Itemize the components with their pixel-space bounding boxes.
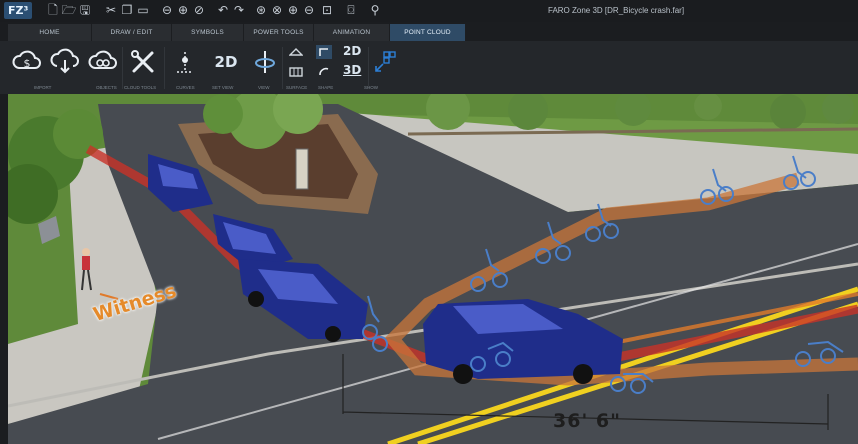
- 3d-viewport[interactable]: Witness 36' 6": [8, 94, 858, 444]
- deselect-icon[interactable]: ⊗: [270, 3, 284, 17]
- point-axis-icon: [177, 52, 193, 73]
- copy-icon[interactable]: ❐: [120, 3, 134, 17]
- measurement-label: 36' 6": [553, 410, 621, 432]
- new-file-icon[interactable]: 🗋: [46, 3, 60, 17]
- ribbon-tabs: HOME DRAW / EDIT SYMBOLS POWER TOOLS ANI…: [8, 24, 466, 41]
- group-label-view: VIEW: [258, 85, 270, 90]
- open-file-icon[interactable]: 🗁: [62, 3, 77, 17]
- cloud-download-button[interactable]: [48, 45, 82, 79]
- paste-icon[interactable]: ▭: [136, 3, 150, 17]
- ribbon-separator: [122, 47, 123, 89]
- cut-icon[interactable]: ✂: [104, 3, 118, 17]
- set-view-2d-button[interactable]: 2D: [206, 45, 246, 79]
- tab-draw-edit[interactable]: DRAW / EDIT: [92, 24, 172, 41]
- cloud-download-icon: [50, 48, 79, 74]
- view-button[interactable]: [248, 45, 282, 79]
- view-3d-button[interactable]: 3D: [343, 63, 361, 77]
- curve-icon: [319, 67, 329, 76]
- shape-bottom-button[interactable]: [316, 65, 332, 79]
- help-icon[interactable]: ⚲: [368, 3, 382, 17]
- zoom-out-icon[interactable]: ⊖: [302, 3, 316, 17]
- tab-home[interactable]: HOME: [8, 24, 92, 41]
- show-button[interactable]: [370, 45, 400, 79]
- cloud-tools-button[interactable]: [126, 45, 160, 79]
- corner-icon: [319, 48, 328, 56]
- undo-icon[interactable]: ↶: [216, 3, 230, 17]
- title-bar: FZ³ 🗋 🗁 🖫 ✂ ❐ ▭ ⊖ ⊕ ⊘ ↶ ↷ ⊛ ⊗ ⊕ ⊖ ⊡ ⌼ ⚲ FARO Zone 3D [DR_…: [0, 0, 858, 22]
- scene-icon[interactable]: ⊘: [192, 3, 206, 17]
- zoom-in-icon[interactable]: ⊕: [286, 3, 300, 17]
- vehicle-front-icon[interactable]: ⊖: [160, 3, 174, 17]
- tab-point-cloud[interactable]: POINT CLOUD: [390, 24, 466, 41]
- curves-button[interactable]: [168, 45, 202, 79]
- ribbon-separator: [282, 47, 283, 89]
- ribbon-separator: [164, 47, 165, 89]
- tools-icon: [131, 50, 154, 73]
- sign-post: [295, 148, 309, 190]
- show-grid-icon: [375, 51, 396, 72]
- surface-icon: [289, 48, 303, 56]
- shape-top-button[interactable]: [316, 45, 332, 59]
- group-label-set-view: SET VIEW: [212, 85, 234, 90]
- save-icon[interactable]: 🖫: [78, 3, 92, 17]
- cloud-link-icon: [88, 50, 117, 69]
- group-label-cloud-tools: CLOUD TOOLS: [124, 85, 157, 90]
- tab-power-tools[interactable]: POWER TOOLS: [244, 24, 314, 41]
- group-label-curves: CURVES: [176, 85, 195, 90]
- surface-top-button[interactable]: [288, 45, 304, 59]
- import-point-cloud-button[interactable]: $: [10, 45, 44, 79]
- quick-access-toolbar: 🗋 🗁 🖫 ✂ ❐ ▭ ⊖ ⊕ ⊘ ↶ ↷ ⊛ ⊗ ⊕ ⊖ ⊡ ⌼ ⚲: [0, 3, 400, 19]
- cloud-import-icon: $: [12, 50, 41, 70]
- svg-text:$: $: [24, 57, 31, 70]
- cloud-objects-button[interactable]: [86, 45, 120, 79]
- orbit-view-icon: [255, 51, 275, 73]
- window-title: FARO Zone 3D [DR_Bicycle crash.far]: [548, 6, 685, 15]
- ribbon-separator: [368, 47, 369, 89]
- mesh-icon: [289, 67, 303, 77]
- redo-icon[interactable]: ↷: [232, 3, 246, 17]
- ribbon-panel: $ 2D 2D 3D IMPORT OBJECTS CLOUD TOOLS CU…: [0, 41, 858, 94]
- surface-bottom-button[interactable]: [288, 65, 304, 79]
- select-icon[interactable]: ⊛: [254, 3, 268, 17]
- group-label-import: IMPORT: [34, 85, 52, 90]
- camera-icon[interactable]: ⌼: [344, 3, 358, 17]
- tab-animation[interactable]: ANIMATION: [314, 24, 390, 41]
- group-label-show: SHOW: [364, 85, 378, 90]
- view-2d-large-label: 2D: [214, 53, 238, 71]
- group-label-objects: OBJECTS: [96, 85, 117, 90]
- view-2d-button[interactable]: 2D: [343, 44, 361, 58]
- group-label-surface: SURFACE: [286, 85, 308, 90]
- group-label-shape: SHAPE: [318, 85, 334, 90]
- export-icon[interactable]: ⊡: [320, 3, 334, 17]
- tab-symbols[interactable]: SYMBOLS: [172, 24, 244, 41]
- vehicle-side-icon[interactable]: ⊕: [176, 3, 190, 17]
- scene-render[interactable]: [8, 94, 858, 444]
